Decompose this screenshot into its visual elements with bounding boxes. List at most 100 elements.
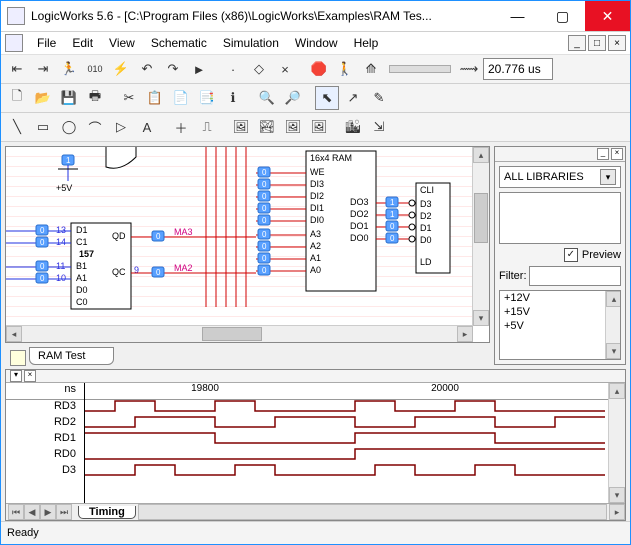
print-icon[interactable]: 🖶 [83, 86, 107, 110]
export-icon[interactable]: ⇲ [367, 115, 391, 139]
tab-timing[interactable]: Timing [78, 506, 136, 519]
menu-window[interactable]: Window [287, 34, 346, 52]
rect-icon[interactable]: ▭ [31, 115, 55, 139]
scroll-up-icon[interactable]: ▴ [606, 291, 621, 307]
chart-icon[interactable]: 🏙 [341, 115, 365, 139]
nav-prev-icon[interactable]: ◀ [24, 504, 40, 520]
text-icon[interactable]: A [135, 115, 159, 139]
tool-speed-icon[interactable]: ⟰ [359, 57, 383, 81]
tool-equals-icon[interactable]: × [273, 57, 297, 81]
scroll-up-icon[interactable]: ▴ [609, 383, 625, 399]
line-icon[interactable]: ╲ [5, 115, 29, 139]
pencil-icon[interactable]: ✎ [367, 86, 391, 110]
scroll-down-icon[interactable]: ▾ [609, 487, 625, 503]
preview-checkbox[interactable]: ✓ [564, 248, 578, 262]
mdi-close-button[interactable]: × [608, 35, 626, 51]
list-vscroll[interactable]: ▴ ▾ [605, 291, 620, 359]
signal-label[interactable]: RD2 [6, 416, 84, 432]
close-button[interactable]: ✕ [585, 1, 630, 31]
menu-schematic[interactable]: Schematic [143, 34, 215, 52]
tool-run-icon[interactable]: 🏃 [57, 57, 81, 81]
timing-vscroll[interactable]: ▴ ▾ [608, 383, 625, 503]
parts-list[interactable]: +12V +15V +5V ▴ ▾ [499, 290, 621, 360]
tool-play-icon[interactable]: ► [187, 57, 211, 81]
panel-close-icon[interactable]: × [611, 148, 623, 160]
signal-label[interactable]: RD3 [6, 400, 84, 416]
speed-slider[interactable] [389, 65, 451, 73]
zoomin-icon[interactable]: 🔍 [255, 86, 279, 110]
timing-header[interactable]: ▾ × [6, 370, 625, 383]
scroll-left-icon[interactable]: ◂ [6, 326, 22, 342]
info-icon[interactable]: ℹ [221, 86, 245, 110]
zoomout-icon[interactable]: 🔎 [281, 86, 305, 110]
menu-help[interactable]: Help [346, 34, 387, 52]
pic3-icon[interactable]: 🖼 [281, 115, 305, 139]
scroll-up-icon[interactable]: ▴ [473, 147, 489, 163]
mdi-restore-button[interactable]: □ [588, 35, 606, 51]
tool-jump-icon[interactable]: ⟿ [457, 57, 481, 81]
tab-ram-test[interactable]: RAM Test [29, 347, 114, 365]
schematic-vscroll[interactable]: ▴ ▾ [472, 147, 489, 326]
cut-icon[interactable]: ✂ [117, 86, 141, 110]
scroll-right-icon[interactable]: ▸ [609, 504, 625, 520]
tool-reset-icon[interactable]: ⇤ [5, 57, 29, 81]
minimize-button[interactable]: — [495, 1, 540, 31]
menu-file[interactable]: File [29, 34, 64, 52]
poly-icon[interactable]: ▷ [109, 115, 133, 139]
plus-icon[interactable]: ＋ [169, 115, 193, 139]
menu-view[interactable]: View [101, 34, 143, 52]
open-icon[interactable]: 📂 [31, 86, 55, 110]
maximize-button[interactable]: ▢ [540, 1, 585, 31]
tool-redo-icon[interactable]: ↷ [161, 57, 185, 81]
menu-simulation[interactable]: Simulation [215, 34, 287, 52]
signal-label[interactable]: RD1 [6, 432, 84, 448]
pointer-icon[interactable]: ⬉ [315, 86, 339, 110]
tool-walk-icon[interactable]: 🚶 [333, 57, 357, 81]
doc-icon[interactable] [5, 34, 23, 52]
nav-next-icon[interactable]: ▶ [40, 504, 56, 520]
signal-label[interactable]: RD0 [6, 448, 84, 464]
nav-first-icon[interactable]: ⏮ [8, 504, 24, 520]
circle-icon[interactable]: ◯ [57, 115, 81, 139]
mdi-minimize-button[interactable]: _ [568, 35, 586, 51]
signal-label[interactable]: D3 [6, 464, 84, 480]
title-bar[interactable]: LogicWorks 5.6 - [C:\Program Files (x86)… [1, 1, 630, 32]
tool-stop-icon[interactable]: 🛑 [307, 57, 331, 81]
tool-undo-icon[interactable]: ↶ [135, 57, 159, 81]
new-icon[interactable]: 🗋 [5, 86, 29, 110]
list-item[interactable]: +15V [500, 305, 620, 319]
time-display[interactable]: 20.776 us [483, 58, 553, 80]
panel-min-icon[interactable]: _ [597, 148, 609, 160]
list-item[interactable]: +5V [500, 319, 620, 333]
pic1-icon[interactable]: 🖼 [229, 115, 253, 139]
scroll-down-icon[interactable]: ▾ [473, 310, 489, 326]
tool-x-icon[interactable]: ◇ [247, 57, 271, 81]
tool-binary-icon[interactable]: 010 [83, 57, 107, 81]
schematic-canvas[interactable]: 1 +5V 157 D1 C1 B1 A1 D0 C0 [6, 147, 473, 326]
timing-hscroll[interactable] [138, 504, 607, 520]
paste-icon[interactable]: 📄 [169, 86, 193, 110]
timing-close-icon[interactable]: × [24, 370, 36, 382]
duplicate-icon[interactable]: 📑 [195, 86, 219, 110]
pic2-icon[interactable]: 🏞 [255, 115, 279, 139]
arc-icon[interactable]: ⌒ [83, 115, 107, 139]
tool-step-icon[interactable]: ⇥ [31, 57, 55, 81]
copy-icon[interactable]: 📋 [143, 86, 167, 110]
list-item[interactable]: +12V [500, 291, 620, 305]
menu-edit[interactable]: Edit [64, 34, 101, 52]
tool-diamond-icon[interactable]: · [221, 57, 245, 81]
bus-icon[interactable]: ⎍ [195, 115, 219, 139]
pic4-icon[interactable]: 🖼 [307, 115, 331, 139]
tool-zap-icon[interactable]: ⚡ [109, 57, 133, 81]
save-icon[interactable]: 💾 [57, 86, 81, 110]
scroll-right-icon[interactable]: ▸ [457, 326, 473, 342]
nav-last-icon[interactable]: ⏭ [56, 504, 72, 520]
library-combo[interactable]: ALL LIBRARIES ▾ [499, 166, 621, 188]
scroll-down-icon[interactable]: ▾ [606, 343, 621, 359]
panel-header[interactable]: _ × [495, 147, 625, 162]
probe-icon[interactable]: ↗ [341, 86, 365, 110]
filter-input[interactable] [529, 266, 622, 286]
waveform-area[interactable]: 19800 20000 [85, 383, 608, 503]
schematic-hscroll[interactable]: ◂ ▸ [6, 325, 473, 342]
chevron-down-icon[interactable]: ▾ [600, 169, 616, 185]
